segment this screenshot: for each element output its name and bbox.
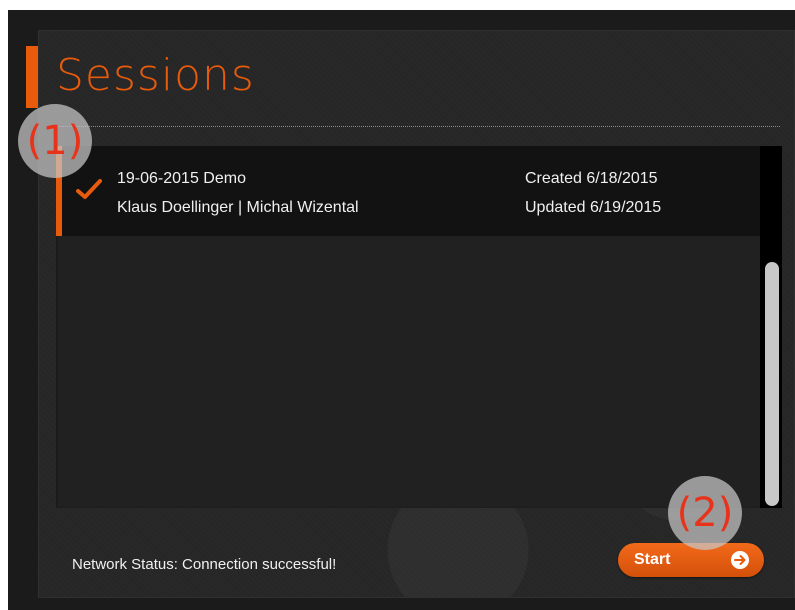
scrollbar-track[interactable] [760, 146, 782, 508]
title-divider [56, 126, 780, 127]
scrollbar-thumb[interactable] [765, 262, 779, 506]
session-updated-date: Updated 6/19/2015 [525, 199, 662, 216]
start-button-label: Start [634, 551, 671, 568]
session-list: 19-06-2015 Demo Klaus Doellinger | Micha… [56, 146, 782, 508]
network-status: Network Status: Connection successful! [72, 556, 337, 573]
session-created-date: Created 6/18/2015 [525, 170, 658, 187]
title-accent-bar [26, 46, 38, 108]
page-title: Sessions [56, 50, 255, 101]
session-row-selected[interactable]: 19-06-2015 Demo Klaus Doellinger | Micha… [56, 146, 760, 236]
arrow-right-circle-icon [731, 551, 749, 569]
session-participants: Klaus Doellinger | Michal Wizental [117, 199, 359, 216]
start-button[interactable]: Start [618, 543, 764, 577]
check-icon [76, 179, 102, 199]
callout-marker-1: (1) [18, 104, 92, 178]
session-name: 19-06-2015 Demo [117, 170, 246, 187]
callout-marker-2: (2) [668, 476, 742, 550]
